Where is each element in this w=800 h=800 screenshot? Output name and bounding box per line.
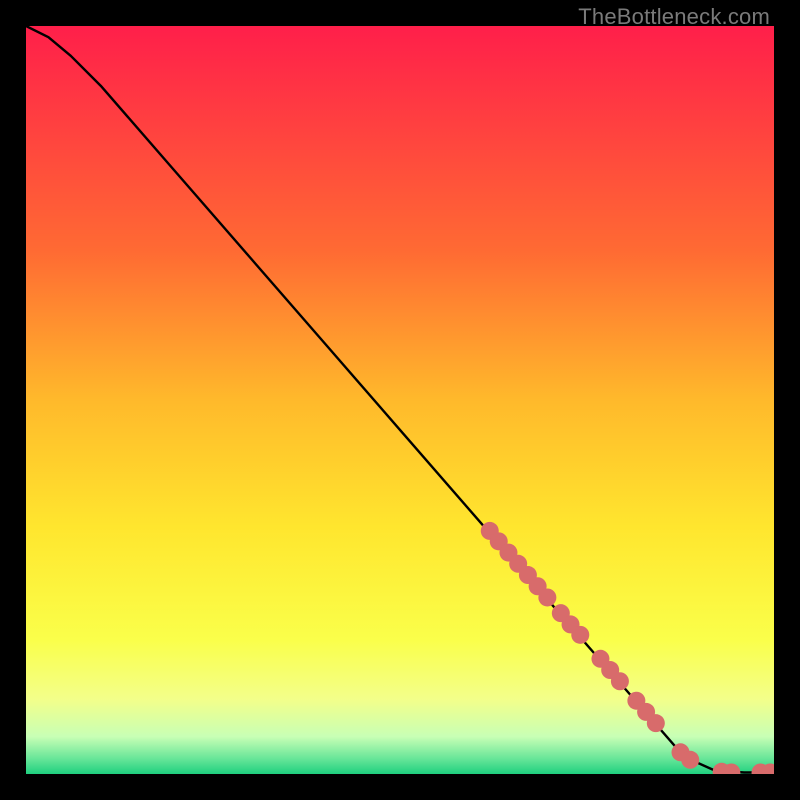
plot-area	[26, 26, 774, 774]
chart-svg	[26, 26, 774, 774]
chart-frame: TheBottleneck.com	[0, 0, 800, 800]
